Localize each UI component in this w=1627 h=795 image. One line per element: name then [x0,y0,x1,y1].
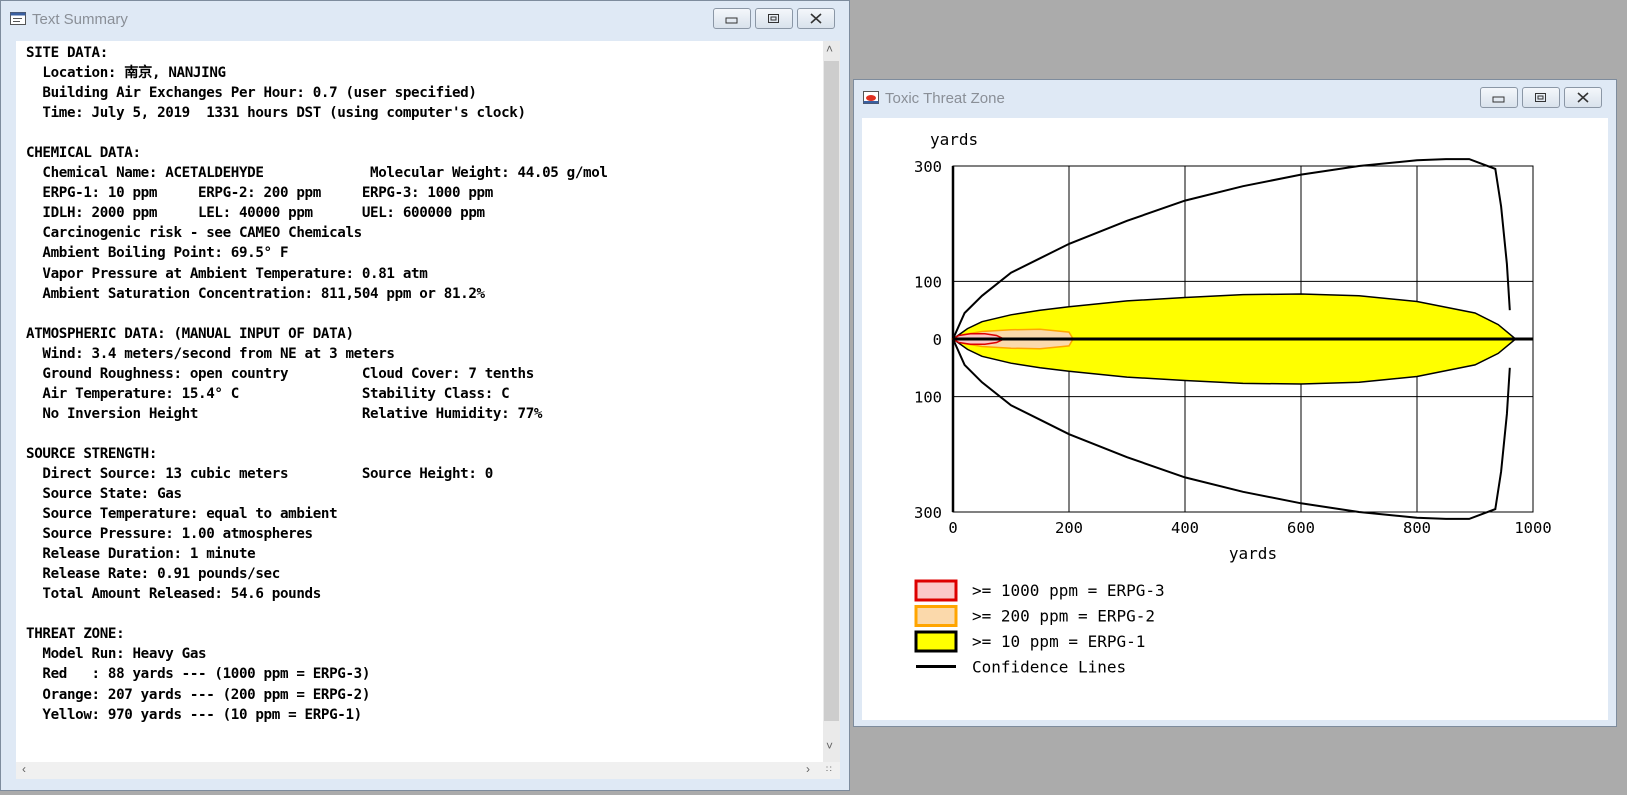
threat-plot-area: 0 200 400 600 800 1000 300 100 0 100 300 yards yards… [862,118,1608,720]
summary-line: Ambient Saturation Concentration: 811,50… [26,285,485,302]
minimize-button[interactable] [1480,87,1518,108]
text-summary-window[interactable]: Text Summary SITE DATA: Location: 南京, NA… [0,0,850,791]
x-tick-label: 0 [948,519,957,537]
x-tick-label: 200 [1055,519,1083,537]
summary-line: ERPG-1: 10 ppm ERPG-2: 200 ppm ERPG-3: 1… [26,185,493,202]
minimize-icon [1492,96,1505,102]
summary-line: Model Run: Heavy Gas [26,646,207,663]
summary-line [26,304,608,324]
summary-line: Location: 南京, NANJING [26,65,226,82]
legend-label: >= 10 ppm = ERPG-1 [972,632,1145,651]
summary-line: Orange: 207 yards --- (200 ppm = ERPG-2) [26,686,371,703]
summary-text-area[interactable]: SITE DATA: Location: 南京, NANJING Buildin… [16,41,823,762]
close-button[interactable] [1564,87,1602,108]
summary-line: Chemical Name: ACETALDEHYDE Molecular We… [26,165,608,182]
x-tick-label: 400 [1171,519,1199,537]
threat-title: Toxic Threat Zone [885,90,1005,107]
legend-label: >= 1000 ppm = ERPG-3 [972,581,1165,600]
x-tick-label: 1000 [1514,519,1551,537]
y-tick-label: 100 [914,273,942,291]
x-tick-label: 600 [1287,519,1315,537]
summary-line: Time: July 5, 2019 1331 hours DST (using… [26,105,526,122]
summary-line: Vapor Pressure at Ambient Temperature: 0… [26,265,428,282]
restore-button[interactable] [1522,87,1560,108]
scroll-left-icon[interactable]: ‹ [22,762,26,776]
summary-line [26,123,608,143]
minimize-button[interactable] [713,8,751,29]
legend-swatch [914,605,958,627]
document-icon [10,12,26,25]
summary-line: Yellow: 970 yards --- (10 ppm = ERPG-1) [26,706,362,723]
close-icon [810,13,822,24]
summary-line: SITE DATA: [26,45,108,61]
horizontal-scrollbar[interactable]: ‹ › ∷ [16,762,840,779]
scroll-right-icon[interactable]: › [806,762,810,776]
y-tick-label: 100 [914,389,942,407]
resize-grip-icon[interactable]: ∷ [826,764,832,775]
text-summary-titlebar[interactable]: Text Summary [1,1,849,37]
summary-text: SITE DATA: Location: 南京, NANJING Buildin… [26,43,608,725]
text-summary-title: Text Summary [32,11,128,28]
summary-line: THREAT ZONE: [26,626,125,643]
summary-line: Ground Roughness: open country Cloud Cov… [26,365,534,382]
threat-zone-icon [863,91,879,104]
legend-label: Confidence Lines [972,658,1126,677]
summary-line: SOURCE STRENGTH: [26,445,158,462]
summary-line: Source Temperature: equal to ambient [26,506,338,523]
legend-label: >= 200 ppm = ERPG-2 [972,607,1155,626]
y-tick-label: 300 [914,158,942,176]
legend-swatch [914,579,958,602]
summary-line: Direct Source: 13 cubic meters Source He… [26,465,493,482]
summary-line: Ambient Boiling Point: 69.5° F [26,245,289,262]
toxic-threat-zone-window[interactable]: Toxic Threat Zone 0 200 400 600 800 1000 300 10… [853,79,1617,727]
vertical-scrollbar[interactable]: ˄ ˅ [823,41,840,762]
threat-titlebar[interactable]: Toxic Threat Zone [854,80,1616,116]
x-axis-label: yards [1229,544,1277,563]
summary-line: Release Duration: 1 minute [26,546,256,563]
legend-swatch [914,630,958,653]
summary-line [26,424,608,444]
x-tick-label: 800 [1403,519,1431,537]
summary-line: No Inversion Height Relative Humidity: 7… [26,405,543,422]
summary-line [26,604,608,624]
restore-icon [768,14,779,23]
y-tick-label: 300 [914,504,942,522]
close-icon [1577,92,1589,103]
scrollbar-thumb[interactable] [824,61,839,721]
summary-line: Red : 88 yards --- (1000 ppm = ERPG-3) [26,666,371,683]
summary-line: Air Temperature: 15.4° C Stability Class… [26,385,510,402]
y-axis-label: yards [930,130,978,149]
summary-line: Building Air Exchanges Per Hour: 0.7 (us… [26,85,477,102]
summary-line: CHEMICAL DATA: [26,145,141,162]
scroll-down-icon[interactable]: ˅ [826,739,833,753]
summary-line: Carcinogenic risk - see CAMEO Chemicals [26,225,362,242]
summary-line: IDLH: 2000 ppm LEL: 40000 ppm UEL: 60000… [26,205,485,222]
restore-button[interactable] [755,8,793,29]
summary-line: Wind: 3.4 meters/second from NE at 3 met… [26,345,395,362]
threat-zone-chart: 0 200 400 600 800 10003001000100300yardsyards… [914,130,1552,677]
restore-icon [1535,93,1546,102]
minimize-icon [725,17,738,23]
summary-line: ATMOSPHERIC DATA: (MANUAL INPUT OF DATA) [26,325,354,342]
summary-line: Total Amount Released: 54.6 pounds [26,586,321,603]
scroll-up-icon[interactable]: ˄ [826,42,833,56]
close-button[interactable] [797,8,835,29]
summary-line: Release Rate: 0.91 pounds/sec [26,566,280,583]
summary-line: Source Pressure: 1.00 atmospheres [26,526,313,543]
summary-line: Source State: Gas [26,486,182,503]
y-tick-label: 0 [933,331,942,349]
